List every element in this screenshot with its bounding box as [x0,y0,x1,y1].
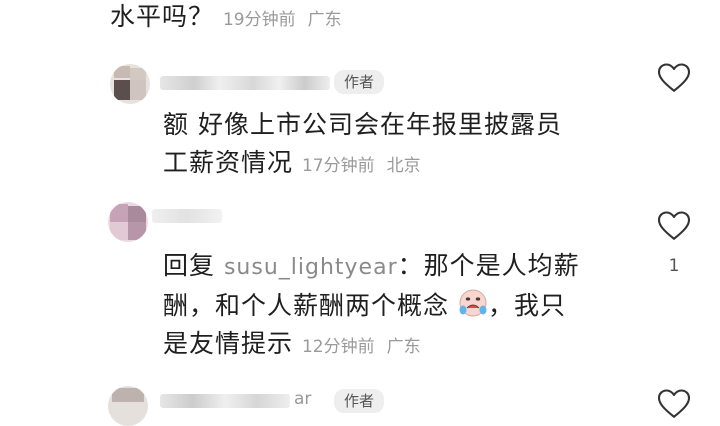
avatar[interactable] [110,64,150,104]
comment-location: 北京 [386,156,421,176]
username-blurred[interactable] [152,209,222,223]
username-blurred[interactable] [160,76,330,90]
comment-location: 广东 [386,337,421,357]
comment-body: 水平吗？ [110,2,215,31]
comment-time: 17分钟前 [301,156,375,176]
author-badge: 作者 [334,70,385,94]
heart-outline-icon[interactable] [655,386,693,422]
comment-body-line: ，我只 [487,291,566,320]
username-partial[interactable]: ar [294,389,311,409]
comment-text[interactable]: 额 好像上市公司会在年报里披露员 工薪资情况 17分钟前 北京 [163,106,562,185]
comment-body-line: 酬，和个人薪酬两个概念 [163,291,450,320]
avatar[interactable] [108,386,148,426]
comment-body-line: 工薪资情况 [163,148,294,177]
reply-prefix: 回复 [163,251,216,280]
comment-location: 广东 [307,10,342,30]
username-blurred[interactable] [160,394,290,408]
like-count: 1 [668,256,680,276]
crying-face-emoji-icon [459,289,487,317]
avatar-blur [128,206,146,222]
avatar-blur [128,222,146,240]
comment-body-line: 那个是人均薪 [423,251,580,280]
heart-outline-icon[interactable] [655,208,693,244]
comment-text: 水平吗？ 19分钟前 广东 [110,0,342,39]
avatar-blur [130,80,146,100]
comment-time: 12分钟前 [301,337,375,357]
avatar-blur [112,388,144,402]
comment-time: 19分钟前 [222,10,296,30]
author-badge: 作者 [334,389,385,413]
avatar[interactable] [108,202,148,242]
avatar-blur [114,66,130,78]
avatar-blur [110,204,128,222]
reply-target-username[interactable]: susu_lightyear [224,255,398,280]
comment-meta: 12分钟前 广东 [302,337,421,357]
avatar-blur [110,222,128,240]
comment-text[interactable]: 回复 susu_lightyear：那个是人均薪 酬，和个人薪酬两个概念 ，我只… [163,247,580,366]
reply-colon: ： [397,251,424,280]
comment-body-line: 是友情提示 [163,329,294,358]
heart-outline-icon[interactable] [655,60,693,96]
avatar-blur [114,80,130,100]
comment-meta: 19分钟前 广东 [223,10,342,30]
comment-body-line: 额 好像上市公司会在年报里披露员 [163,110,562,139]
avatar-blur [130,68,146,80]
comment-meta: 17分钟前 北京 [302,156,421,176]
